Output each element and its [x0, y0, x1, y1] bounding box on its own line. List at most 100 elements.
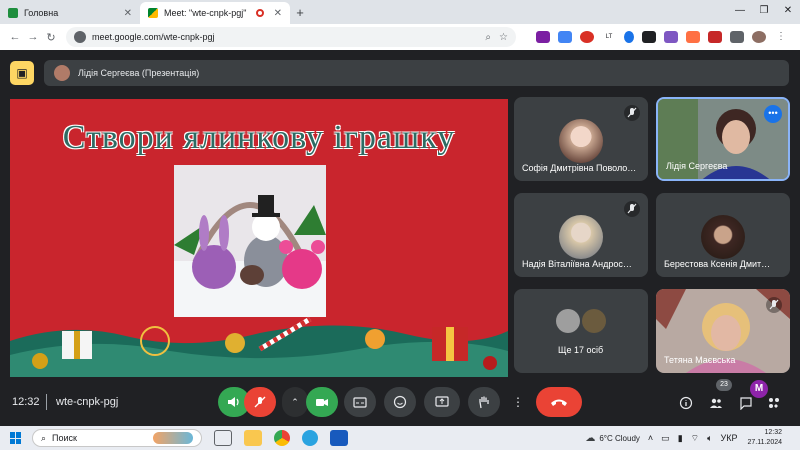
participant-avatar — [559, 215, 603, 259]
extension-circle-icon[interactable] — [624, 31, 634, 43]
present-screen-button[interactable] — [424, 387, 460, 417]
tab-home-title: Головна — [24, 8, 59, 18]
hang-up-icon — [551, 399, 567, 406]
reload-icon[interactable]: ↻ — [42, 31, 60, 44]
info-icon — [679, 396, 693, 410]
activities-button[interactable] — [764, 393, 784, 413]
chrome-icon[interactable] — [274, 430, 290, 446]
search-placeholder: Поиск — [52, 433, 77, 443]
tab-meet[interactable]: Meet: "wte-cnpk-pgj" ✕ — [140, 2, 290, 24]
extension-lt-icon[interactable]: LT — [602, 31, 616, 43]
presenter-info: Лідія Сергеєва (Презентація) — [44, 60, 789, 86]
participant-name: Тетяна Маєвська — [664, 355, 736, 365]
participant-tile[interactable]: Надія Віталіївна Андрос… — [514, 193, 648, 277]
extension-pencil-icon[interactable] — [708, 31, 722, 43]
participant-avatar — [582, 309, 606, 333]
captions-icon — [353, 397, 367, 408]
keyboard-language[interactable]: УКР — [721, 433, 738, 443]
search-icon: ⌕ — [41, 432, 47, 443]
forward-icon[interactable]: → — [24, 31, 42, 43]
participants-count-badge: 23 — [716, 379, 732, 391]
file-explorer-icon[interactable] — [244, 430, 262, 446]
system-tray: ☁ 6°C Cloudy ˄ ▭ ▮ ⌔ 🔈︎ УКР 12:32 27.11.… — [585, 426, 800, 450]
ornament-photo — [174, 165, 326, 317]
camera-in-use-icon: ▭ — [661, 432, 670, 443]
taskbar-search-box[interactable]: ⌕ Поиск — [32, 429, 202, 447]
chat-icon — [740, 397, 752, 410]
divider — [46, 394, 47, 410]
captions-button[interactable] — [344, 387, 376, 417]
meeting-control-bar: 12:32 wte-cnpk-pgj ⌃ ⋮ — [0, 382, 800, 424]
close-window-icon[interactable]: ✕ — [776, 0, 800, 22]
extensions-puzzle-icon[interactable] — [730, 31, 744, 43]
extension-pen-icon[interactable] — [536, 31, 550, 43]
window-controls: — ❐ ✕ — [728, 0, 800, 22]
meet-m-logo-icon: M — [750, 380, 768, 398]
extension-shield-icon[interactable] — [686, 31, 700, 43]
chevron-up-icon: ⌃ — [291, 396, 299, 407]
browser-menu-icon[interactable]: ⋮ — [774, 31, 788, 43]
more-participants-tile[interactable]: Ще 17 осіб — [514, 289, 648, 373]
more-options-button[interactable]: ⋮ — [508, 387, 528, 417]
address-bar[interactable]: meet.google.com/wte-cnpk-pgj ⌕ ☆ — [66, 27, 516, 47]
participant-name: Лідія Сергеєва — [666, 161, 728, 171]
profile-avatar[interactable] — [752, 31, 766, 43]
clock-date[interactable]: 12:32 27.11.2024 — [747, 428, 782, 448]
zoom-icon[interactable]: ⌕ — [485, 32, 491, 43]
windows-start-icon[interactable] — [10, 432, 22, 444]
participant-tile-active-speaker[interactable]: ••• Лідія Сергеєва — [656, 97, 790, 181]
present-icon — [435, 396, 449, 407]
more-options-icon[interactable]: ••• — [764, 105, 782, 123]
participant-avatar — [556, 309, 580, 333]
participant-name: Берестова Ксенія Дмит… — [664, 259, 771, 269]
extension-b-icon[interactable] — [664, 31, 678, 43]
leave-call-button[interactable] — [536, 387, 582, 417]
participant-tile[interactable]: Тетяна Маєвська — [656, 289, 790, 373]
extension-adblock-icon[interactable] — [580, 31, 594, 43]
handmade-ornaments-image — [174, 165, 326, 317]
back-icon[interactable]: ← — [6, 31, 24, 43]
shared-presentation-slide: Створи ялинкову іграшку — [10, 99, 508, 377]
raise-hand-button[interactable] — [468, 387, 500, 417]
participant-tile[interactable]: Берестова Ксенія Дмит… — [656, 193, 790, 277]
network-icon[interactable]: ⌔ — [691, 433, 699, 444]
task-view-icon[interactable] — [214, 430, 232, 446]
new-tab-button[interactable]: + — [290, 2, 310, 24]
microphone-toggle-button[interactable] — [244, 387, 276, 417]
close-tab-icon[interactable]: ✕ — [274, 8, 282, 19]
site-info-icon[interactable] — [74, 31, 86, 43]
more-participants-label: Ще 17 осіб — [558, 345, 604, 355]
word-icon[interactable] — [330, 430, 348, 446]
reactions-button[interactable] — [384, 387, 416, 417]
volume-icon[interactable]: 🔈︎ — [707, 433, 712, 444]
camera-toggle-button[interactable] — [306, 387, 338, 417]
tray-overflow-icon[interactable]: ˄ — [648, 433, 653, 443]
hand-icon — [479, 396, 489, 409]
participant-name: Надія Віталіївна Андрос… — [522, 259, 632, 269]
participant-avatar — [701, 215, 745, 259]
battery-icon[interactable]: ▮ — [678, 433, 683, 444]
presenter-label: Лідія Сергеєва (Презентація) — [78, 68, 200, 78]
recording-indicator-icon — [255, 9, 264, 17]
mic-off-icon — [254, 396, 266, 408]
extension-square-icon[interactable] — [642, 31, 656, 43]
minimize-icon[interactable]: — — [728, 0, 752, 22]
christmas-garland-decoration — [10, 316, 508, 377]
meeting-info-button[interactable] — [676, 393, 696, 413]
close-tab-icon[interactable]: ✕ — [124, 8, 132, 19]
tab-home[interactable]: Головна ✕ — [0, 2, 140, 24]
extension-translate-icon[interactable] — [558, 31, 572, 43]
presenter-avatar — [54, 65, 70, 81]
people-button[interactable] — [706, 393, 726, 413]
audio-options-button[interactable]: ⌃ — [282, 387, 308, 417]
url-text: meet.google.com/wte-cnpk-pgj — [92, 32, 215, 42]
muted-mic-icon — [624, 201, 640, 217]
taskbar-time: 12:32 — [764, 429, 782, 436]
participant-name: Софія Дмитрівна Поволо… — [522, 163, 637, 173]
participant-tile[interactable]: Софія Дмитрівна Поволо… — [514, 97, 648, 181]
muted-mic-icon — [766, 297, 782, 313]
restore-icon[interactable]: ❐ — [752, 0, 776, 22]
bookmark-star-icon[interactable]: ☆ — [499, 32, 508, 43]
stop-presenting-icon[interactable]: ▣ — [10, 61, 34, 85]
telegram-icon[interactable] — [302, 430, 318, 446]
